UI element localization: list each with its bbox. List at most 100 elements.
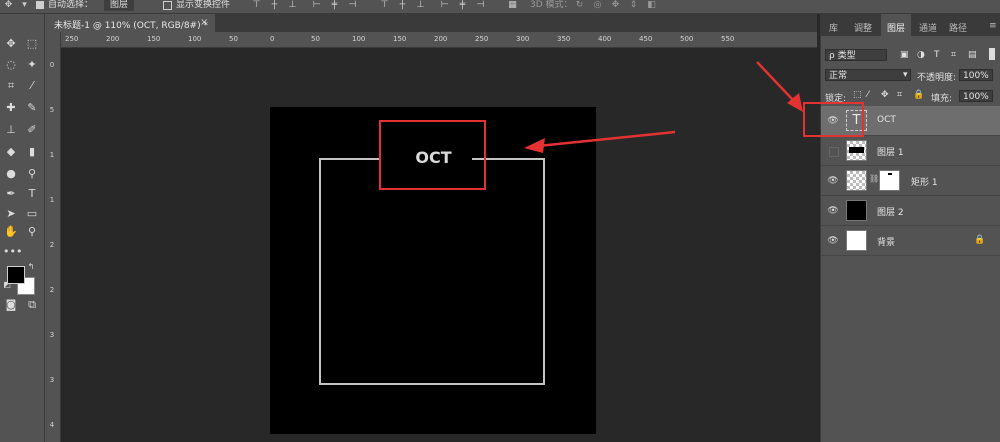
brush-tool-icon[interactable]: ✎	[24, 100, 40, 116]
rectangle-tool-icon[interactable]: ▭	[24, 206, 40, 222]
3d-mode-label: 3D 模式：	[530, 0, 573, 10]
chevron-down-icon[interactable]: ▾	[20, 1, 29, 10]
blend-mode-dropdown[interactable]: 正常	[825, 69, 911, 81]
align-center-icon[interactable]: ╪	[330, 1, 339, 10]
layer-row-background[interactable]: 👁 背景 🔒	[821, 226, 1000, 256]
eye-icon[interactable]: 👁	[827, 205, 839, 217]
ruler-tick-label: 3	[49, 331, 55, 339]
distribute-top-icon[interactable]: ⊤	[380, 1, 389, 10]
blur-tool-icon[interactable]: ●	[3, 166, 19, 182]
layer-filter-dropdown[interactable]: ρ 类型	[825, 49, 887, 61]
3d-rotate-icon[interactable]: ↻	[575, 1, 584, 10]
screen-mode-icon[interactable]: ⧉	[24, 297, 40, 313]
ruler-tick-label: 0	[270, 35, 275, 43]
auto-align-icon[interactable]: ▦	[508, 1, 517, 10]
auto-select-dropdown[interactable]: 图层	[104, 0, 135, 11]
distribute-center-icon[interactable]: ╪	[458, 1, 467, 10]
panel-menu-icon[interactable]: ≡	[989, 21, 997, 31]
tab-adjustments[interactable]: 调整	[854, 21, 872, 34]
close-icon[interactable]: ×	[200, 17, 208, 28]
align-bottom-icon[interactable]: ⊥	[288, 1, 297, 10]
thumbnail-content	[849, 147, 864, 153]
filter-row: ρ 类型 ▣ ◑ T ⌗ ▤	[821, 48, 1000, 62]
align-top-icon[interactable]: ⊤	[252, 1, 261, 10]
distribute-bottom-icon[interactable]: ⊥	[416, 1, 425, 10]
document-tab[interactable]: 未标题-1 @ 110% (OCT, RGB/8#) * ×	[45, 14, 215, 32]
move-tool-icon[interactable]: ✥	[3, 36, 19, 52]
align-left-icon[interactable]: ⊢	[312, 1, 321, 10]
layer-name[interactable]: 图层 1	[877, 145, 904, 158]
lock-position-icon[interactable]: ✥	[881, 90, 889, 100]
layer-row-layer1[interactable]: 图层 1	[821, 136, 1000, 166]
layer-name[interactable]: 背景	[877, 235, 895, 248]
layer-name[interactable]: 矩形 1	[911, 175, 938, 188]
filter-pixel-icon[interactable]: ▣	[900, 50, 909, 60]
hand-tool-icon[interactable]: ✋	[3, 224, 19, 240]
filter-type-icon[interactable]: T	[934, 50, 940, 60]
tab-channels[interactable]: 通道	[919, 21, 937, 34]
lasso-tool-icon[interactable]: ◌	[3, 57, 19, 73]
lock-icon: 🔒	[974, 235, 986, 245]
type-tool-icon[interactable]: T	[24, 186, 40, 202]
align-right-icon[interactable]: ⊣	[348, 1, 357, 10]
filter-shape-icon[interactable]: ⌗	[951, 50, 956, 60]
lock-transparent-icon[interactable]: ⬚	[853, 90, 862, 100]
opacity-field[interactable]: 100%	[959, 69, 993, 81]
eye-icon[interactable]: 👁	[827, 175, 839, 187]
eraser-tool-icon[interactable]: ◆	[3, 144, 19, 160]
zoom-tool-icon[interactable]: ⚲	[24, 224, 40, 240]
quick-mask-icon[interactable]: ◙	[3, 297, 19, 313]
dodge-tool-icon[interactable]: ⚲	[24, 166, 40, 182]
lock-pixels-icon[interactable]: ⁄	[867, 90, 869, 100]
magic-wand-icon[interactable]: ✦	[24, 57, 40, 73]
pen-tool-icon[interactable]: ✒	[3, 186, 19, 202]
align-middle-icon[interactable]: ┼	[270, 1, 279, 10]
ruler-tick-label: 1	[49, 196, 55, 204]
crop-tool-icon[interactable]: ⌗	[3, 78, 19, 94]
distribute-middle-icon[interactable]: ┼	[398, 1, 407, 10]
horizontal-ruler[interactable]: 250 200 150 100 50 0 50 100 150 200 250 300 350 400 45…	[61, 32, 817, 48]
vertical-ruler[interactable]: 0 5 1 1 2 2 3 3 4	[45, 32, 61, 442]
ruler-tick-label: 0	[49, 61, 55, 69]
3d-scale-icon[interactable]: ◧	[647, 1, 656, 10]
layer-name[interactable]: OCT	[877, 115, 896, 125]
filter-toggle[interactable]	[989, 48, 995, 60]
show-transform-checkbox[interactable]	[163, 1, 172, 10]
eye-icon[interactable]: 👁	[827, 235, 839, 247]
3d-slide-icon[interactable]: ⇕	[629, 1, 638, 10]
swap-colors-icon[interactable]: ↰	[26, 262, 36, 272]
layer-name[interactable]: 图层 2	[877, 205, 904, 218]
move-icon[interactable]: ✥	[4, 1, 13, 10]
lock-all-icon[interactable]: 🔒	[913, 90, 924, 100]
gradient-tool-icon[interactable]: ▮	[24, 144, 40, 160]
marquee-tool-icon[interactable]: ⬚	[24, 36, 40, 52]
tab-libraries[interactable]: 库	[829, 21, 838, 34]
layer-thumbnail	[846, 230, 867, 251]
history-brush-icon[interactable]: ✐	[24, 122, 40, 138]
checkbox-auto-select[interactable]	[36, 1, 44, 9]
3d-pan-icon[interactable]: ✥	[611, 1, 620, 10]
tab-paths[interactable]: 路径	[949, 21, 967, 34]
path-selection-icon[interactable]: ➤	[3, 206, 19, 222]
ruler-tick-label: 500	[680, 35, 694, 43]
distribute-left-icon[interactable]: ⊢	[440, 1, 449, 10]
foreground-color-swatch[interactable]	[7, 266, 25, 284]
visibility-off-box[interactable]	[829, 147, 839, 157]
layer-mask-thumbnail[interactable]	[879, 170, 900, 191]
fill-field[interactable]: 100%	[959, 90, 993, 102]
tab-layers[interactable]: 图层	[887, 21, 905, 34]
eyedropper-icon[interactable]: ⁄	[24, 78, 40, 94]
chevron-down-icon[interactable]: ▾	[903, 70, 908, 80]
healing-brush-icon[interactable]: ✚	[3, 100, 19, 116]
clone-stamp-icon[interactable]: ⊥	[3, 122, 19, 138]
filter-smart-icon[interactable]: ▤	[968, 50, 977, 60]
lock-artboard-icon[interactable]: ⌗	[897, 90, 902, 100]
ruler-tick-label: 350	[557, 35, 571, 43]
distribute-right-icon[interactable]: ⊣	[476, 1, 485, 10]
layer-row-layer2[interactable]: 👁 图层 2	[821, 196, 1000, 226]
filter-adjust-icon[interactable]: ◑	[917, 50, 925, 60]
more-tools-icon[interactable]: •••	[3, 244, 22, 260]
3d-roll-icon[interactable]: ◎	[593, 1, 602, 10]
layer-row-rect1[interactable]: 👁 ⛓ 矩形 1	[821, 166, 1000, 196]
ruler-tick-label: 2	[49, 241, 55, 249]
